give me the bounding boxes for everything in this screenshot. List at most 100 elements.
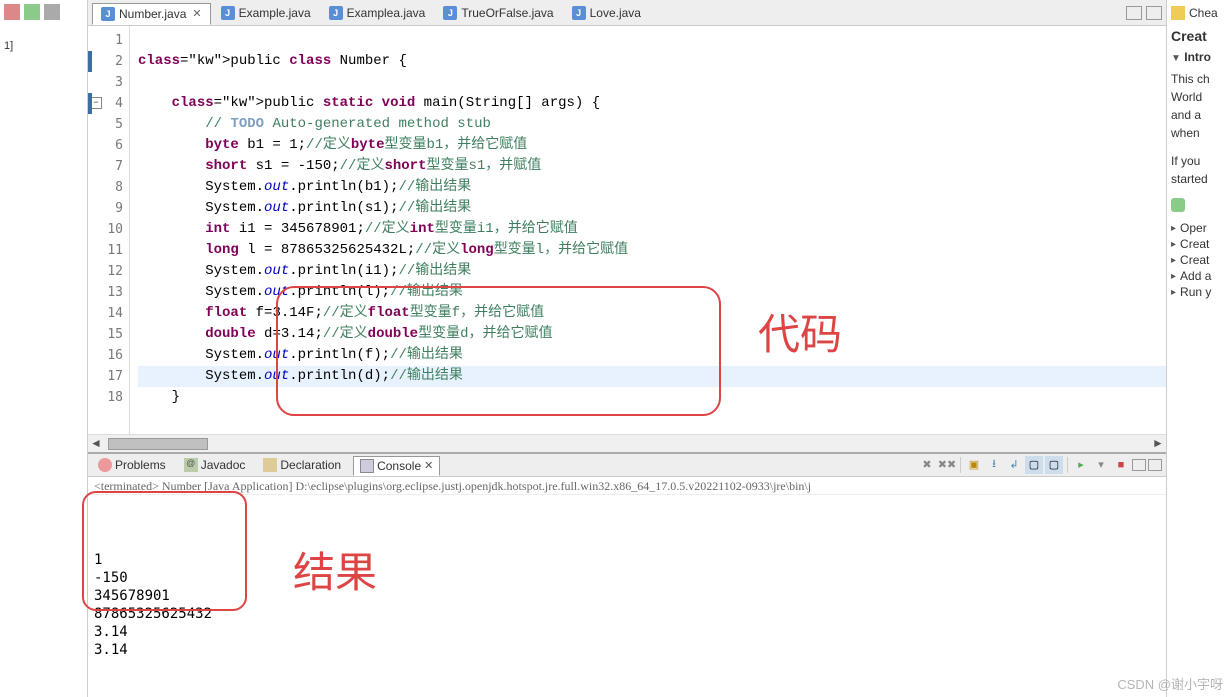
code-line[interactable]: System.out.println(f);//输出结果	[138, 345, 1166, 366]
cheatsheet-body: If you started	[1171, 152, 1227, 188]
tab-label: Love.java	[590, 6, 641, 20]
code-line[interactable]: short s1 = -150;//定义short型变量s1，并赋值	[138, 156, 1166, 177]
tab-label: TrueOrFalse.java	[461, 6, 553, 20]
cheatsheet-icon	[1171, 6, 1185, 20]
new-console-icon[interactable]: ▾	[1092, 456, 1110, 474]
vtab-label: Declaration	[280, 458, 341, 472]
console-toolbar: ✖ ✖✖ ▣ ⭳ ↲ ▢ ▢ ▸ ▾ ■	[918, 456, 1162, 474]
code-line[interactable]: class="kw">public static void main(Strin…	[138, 93, 1166, 114]
editor-tabs: J Number.java ✕ J Example.java J Example…	[88, 0, 1166, 26]
remove-all-icon[interactable]: ✖✖	[938, 456, 956, 474]
console-line: 345678901	[94, 587, 1160, 605]
code-line[interactable]: float f=3.14F;//定义float型变量f，并给它赋值	[138, 303, 1166, 324]
code-line[interactable]: }	[138, 387, 1166, 408]
toolbar-icon[interactable]	[44, 4, 60, 20]
java-file-icon: J	[443, 6, 457, 20]
code-line[interactable]: // TODO Auto-generated method stub	[138, 114, 1166, 135]
display-console-icon[interactable]: ▢	[1045, 456, 1063, 474]
java-file-icon: J	[572, 6, 586, 20]
code-area[interactable]: class="kw">public class Number { class="…	[130, 26, 1166, 434]
tab-console[interactable]: Console ✕	[353, 456, 440, 476]
maximize-icon[interactable]	[1146, 6, 1162, 20]
cheatsheet-tab-label: Chea	[1189, 6, 1218, 20]
terminate-icon[interactable]: ■	[1112, 456, 1130, 474]
toolbar-icon[interactable]	[24, 4, 40, 20]
scroll-right-icon[interactable]: ►	[1150, 436, 1166, 452]
code-line[interactable]: System.out.println(l);//输出结果	[138, 282, 1166, 303]
cheatsheet-step[interactable]: ▸ Creat	[1171, 237, 1227, 251]
minimize-icon[interactable]	[1126, 6, 1142, 20]
console-line: 3.14	[94, 623, 1160, 641]
tab-declaration[interactable]: Declaration	[257, 456, 347, 474]
console-line: 1	[94, 551, 1160, 569]
tab-label: Examplea.java	[347, 6, 426, 20]
code-editor[interactable]: 1234−56789101112131415161718 class="kw">…	[88, 26, 1166, 434]
package-explorer[interactable]: 1]	[0, 0, 88, 697]
tab-problems[interactable]: Problems	[92, 456, 172, 474]
bottom-panel: Problems @ Javadoc Declaration Console ✕…	[88, 452, 1166, 697]
cheatsheet-body: This ch World and a when	[1171, 70, 1227, 142]
tree-item[interactable]: 1]	[4, 40, 83, 52]
declaration-icon	[263, 458, 277, 472]
open-console-icon[interactable]: ▸	[1072, 456, 1090, 474]
java-file-icon: J	[101, 7, 115, 21]
cheatsheet-panel[interactable]: Chea Creat ▼ Intro This ch World and a w…	[1166, 0, 1231, 697]
code-line[interactable]: class="kw">public class Number {	[138, 51, 1166, 72]
cheatsheet-step[interactable]: ▸ Creat	[1171, 253, 1227, 267]
console-icon	[360, 459, 374, 473]
tab-example-java[interactable]: J Example.java	[213, 2, 319, 24]
cheatsheet-step[interactable]: ▸ Run y	[1171, 285, 1227, 299]
code-line[interactable]: System.out.println(i1);//输出结果	[138, 261, 1166, 282]
java-file-icon: J	[221, 6, 235, 20]
cheatsheet-title: Creat	[1171, 28, 1227, 44]
clear-console-icon[interactable]: ▣	[965, 456, 983, 474]
tab-trueorfalse-java[interactable]: J TrueOrFalse.java	[435, 2, 561, 24]
code-line[interactable]: double d=3.14;//定义double型变量d，并给它赋值	[138, 324, 1166, 345]
line-gutter: 1234−56789101112131415161718	[88, 26, 130, 434]
javadoc-icon: @	[184, 458, 198, 472]
code-line[interactable]: int i1 = 345678901;//定义int型变量i1，并给它赋值	[138, 219, 1166, 240]
scroll-thumb[interactable]	[108, 438, 208, 450]
java-file-icon: J	[329, 6, 343, 20]
tab-number-java[interactable]: J Number.java ✕	[92, 3, 211, 25]
code-line[interactable]: System.out.println(s1);//输出结果	[138, 198, 1166, 219]
word-wrap-icon[interactable]: ↲	[1005, 456, 1023, 474]
tab-label: Example.java	[239, 6, 311, 20]
code-line[interactable]	[138, 30, 1166, 51]
tab-label: Number.java	[119, 7, 186, 21]
close-icon[interactable]: ✕	[192, 7, 201, 20]
tab-examplea-java[interactable]: J Examplea.java	[321, 2, 434, 24]
code-line[interactable]: System.out.println(d);//输出结果	[138, 366, 1166, 387]
view-tabs: Problems @ Javadoc Declaration Console ✕…	[88, 454, 1166, 477]
console-line: -150	[94, 569, 1160, 587]
minimize-icon[interactable]	[1132, 459, 1146, 471]
problems-icon	[98, 458, 112, 472]
code-line[interactable]	[138, 72, 1166, 93]
pin-console-icon[interactable]: ▢	[1025, 456, 1043, 474]
toolbar-icon[interactable]	[4, 4, 20, 20]
console-line: 87865325625432	[94, 605, 1160, 623]
cheatsheet-step[interactable]: ▸ Oper	[1171, 221, 1227, 235]
horizontal-scrollbar[interactable]: ◄ ►	[88, 434, 1166, 452]
console-line: 3.14	[94, 641, 1160, 659]
tab-javadoc[interactable]: @ Javadoc	[178, 456, 252, 474]
watermark: CSDN @谢小宇呀	[1117, 674, 1223, 693]
cheatsheet-intro-heading[interactable]: ▼ Intro	[1171, 50, 1227, 64]
console-launch-info: <terminated> Number [Java Application] D…	[88, 477, 1166, 495]
help-icon[interactable]	[1171, 198, 1185, 212]
code-line[interactable]: System.out.println(b1);//输出结果	[138, 177, 1166, 198]
vtab-label: Javadoc	[201, 458, 246, 472]
console-output[interactable]: 1-150345678901878653256254323.143.14 结果	[88, 495, 1166, 697]
vtab-label: Console	[377, 459, 421, 473]
cheatsheet-tab[interactable]: Chea	[1171, 6, 1227, 20]
vtab-label: Problems	[115, 458, 166, 472]
code-line[interactable]: long l = 87865325625432L;//定义long型变量l，并给…	[138, 240, 1166, 261]
scroll-lock-icon[interactable]: ⭳	[985, 456, 1003, 474]
maximize-icon[interactable]	[1148, 459, 1162, 471]
cheatsheet-step[interactable]: ▸ Add a	[1171, 269, 1227, 283]
remove-launch-icon[interactable]: ✖	[918, 456, 936, 474]
scroll-left-icon[interactable]: ◄	[88, 436, 104, 452]
code-line[interactable]: byte b1 = 1;//定义byte型变量b1，并给它赋值	[138, 135, 1166, 156]
close-icon[interactable]: ✕	[424, 459, 433, 472]
tab-love-java[interactable]: J Love.java	[564, 2, 649, 24]
